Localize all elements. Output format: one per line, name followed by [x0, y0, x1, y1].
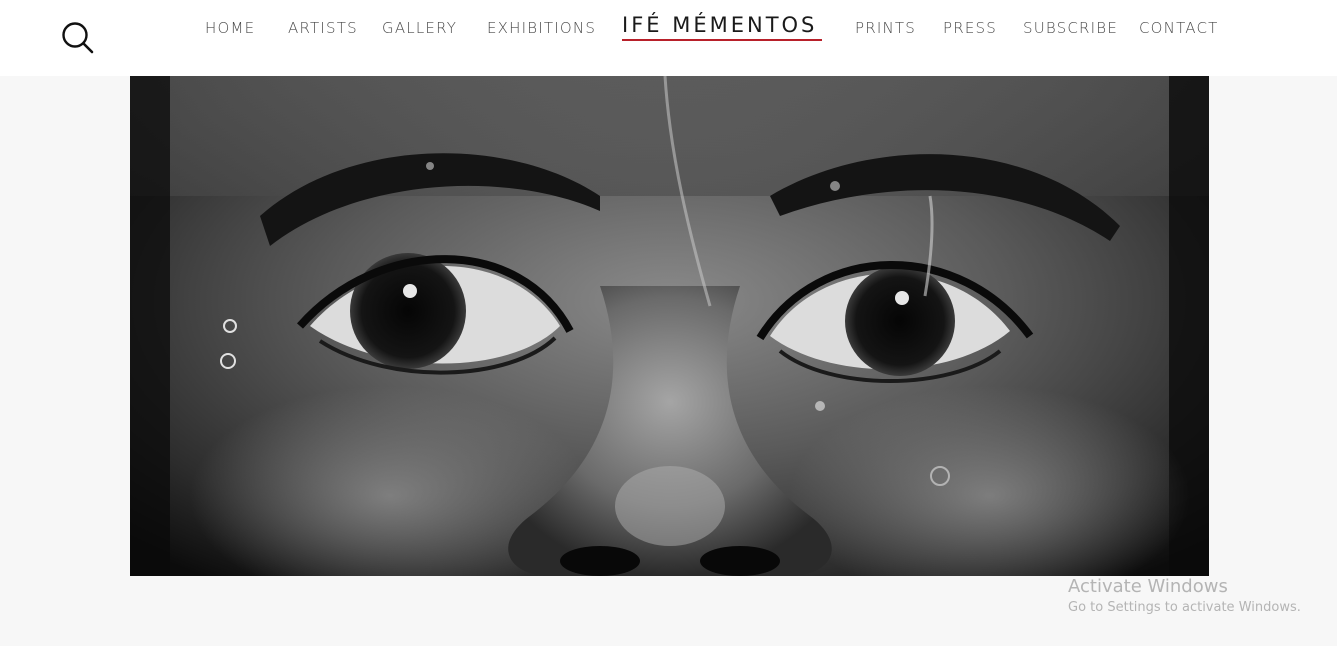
watermark-title: Activate Windows — [1068, 576, 1228, 597]
hero-image — [130, 76, 1209, 576]
hero-photo — [130, 76, 1209, 576]
os-activation-watermark: Activate Windows Go to Settings to activ… — [1068, 576, 1301, 618]
watermark-subtitle: Go to Settings to activate Windows. — [1068, 600, 1301, 615]
nav-home[interactable]: HOME — [205, 19, 255, 37]
main-nav: HOME ARTISTS GALLERY EXHIBITIONS IFÉ MÉM… — [0, 0, 1337, 60]
nav-contact[interactable]: CONTACT — [1139, 19, 1219, 37]
site-header: HOME ARTISTS GALLERY EXHIBITIONS IFÉ MÉM… — [0, 0, 1337, 76]
nav-prints[interactable]: PRINTS — [855, 19, 916, 37]
nav-exhibitions[interactable]: EXHIBITIONS — [487, 19, 596, 37]
nav-press[interactable]: PRESS — [943, 19, 997, 37]
nav-artists[interactable]: ARTISTS — [288, 19, 358, 37]
nav-gallery[interactable]: GALLERY — [382, 19, 457, 37]
nav-subscribe[interactable]: SUBSCRIBE — [1023, 19, 1118, 37]
nav-brand-ife-mementos[interactable]: IFÉ MÉMENTOS — [622, 13, 817, 37]
brand-underline — [622, 39, 822, 41]
